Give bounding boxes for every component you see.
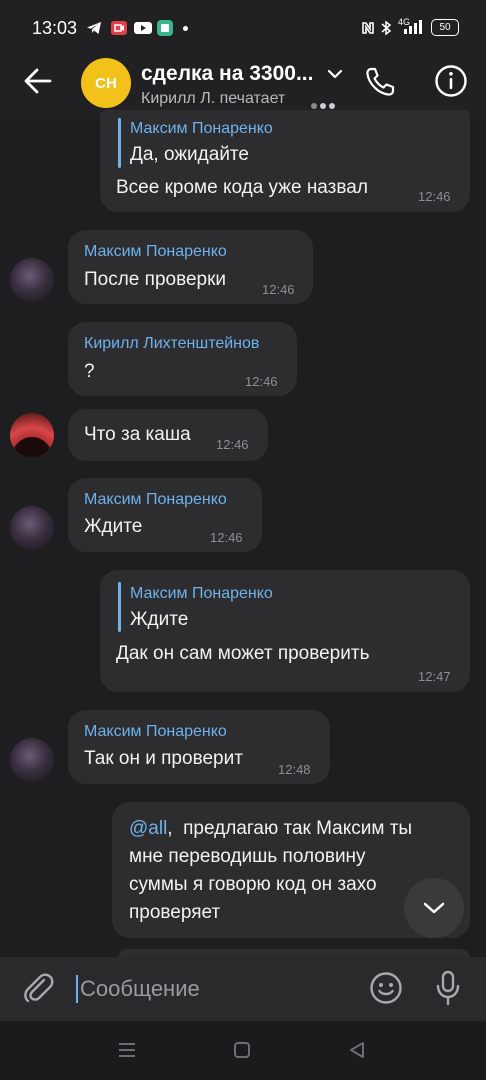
message-text: Что за каша <box>84 424 191 445</box>
message-text: Ждите <box>84 516 143 537</box>
app-notification-icon <box>111 21 127 35</box>
user-avatar-maxim[interactable] <box>10 738 54 782</box>
message-time: 12:47 <box>418 669 451 684</box>
message-time: 12:46 <box>245 374 278 389</box>
reply-quote-bar <box>118 118 121 168</box>
chat-title[interactable]: сделка на 3300... <box>141 62 313 86</box>
app-notification-icon-2 <box>157 20 173 36</box>
message-time: 12:46 <box>216 437 249 452</box>
message-text: Дак он сам может проверить <box>116 643 370 664</box>
mention-all[interactable]: @all <box>129 818 167 839</box>
user-avatar-kirill[interactable] <box>10 413 54 457</box>
message-time: 12:46 <box>210 530 243 545</box>
message-time: 12:46 <box>262 282 295 297</box>
message-time: 12:46 <box>418 189 451 204</box>
message-text: Так он и проверит <box>84 748 243 769</box>
message-text: ? <box>84 361 95 382</box>
youtube-icon <box>134 22 152 34</box>
microphone-icon[interactable] <box>434 970 462 1006</box>
signal-icon <box>404 20 422 34</box>
quote-text: Да, ожидайте <box>130 144 249 165</box>
battery-indicator: 50 <box>431 19 459 36</box>
info-icon[interactable] <box>434 64 468 98</box>
chevron-down-icon <box>423 902 445 914</box>
message-time: 12:48 <box>278 762 311 777</box>
user-avatar-maxim[interactable] <box>10 258 54 302</box>
chevron-down-icon[interactable] <box>327 68 343 80</box>
quote-author: Максим Понаренко <box>130 120 273 137</box>
message-text-line-1: @all, предлагаю так Максим ты <box>129 818 413 839</box>
recent-apps-icon[interactable] <box>117 1042 137 1058</box>
phone-icon[interactable] <box>364 66 396 98</box>
telegram-icon <box>87 22 101 34</box>
home-icon[interactable] <box>233 1041 251 1059</box>
scroll-to-bottom-button[interactable] <box>404 878 464 938</box>
user-avatar-maxim[interactable] <box>10 506 54 550</box>
sender-name[interactable]: Максим Понаренко <box>84 723 227 741</box>
typing-status: Кирилл Л. печатает <box>141 90 286 107</box>
more-notifications-dot <box>183 26 188 31</box>
group-avatar[interactable]: CH <box>81 58 131 108</box>
quote-text: Ждите <box>130 609 189 630</box>
message-input-wrapper <box>76 970 336 1008</box>
back-arrow-icon[interactable] <box>24 68 52 94</box>
message-input[interactable] <box>76 975 332 1003</box>
attach-icon[interactable] <box>22 971 54 1005</box>
sender-name[interactable]: Максим Понаренко <box>84 491 227 509</box>
sender-name[interactable]: Максим Понаренко <box>84 243 227 261</box>
message-text: Всее кроме кода уже назвал <box>116 177 368 198</box>
status-time: 13:03 <box>32 18 78 38</box>
message-text: После проверки <box>84 269 227 290</box>
quote-author: Максим Понаренко <box>130 585 273 602</box>
sender-name[interactable]: Кирилл Лихтенштейнов <box>84 335 259 353</box>
emoji-icon[interactable] <box>369 971 403 1005</box>
back-nav-icon[interactable] <box>347 1040 367 1060</box>
message-text-line-3: суммы я говорю код он захо <box>129 874 377 895</box>
message-text-line-2: мне переводишь половину <box>129 846 366 867</box>
nfc-icon <box>362 22 374 34</box>
reply-quote-bar <box>118 582 121 632</box>
bluetooth-icon <box>381 20 392 36</box>
message-text-line-4: проверяет <box>129 902 221 923</box>
